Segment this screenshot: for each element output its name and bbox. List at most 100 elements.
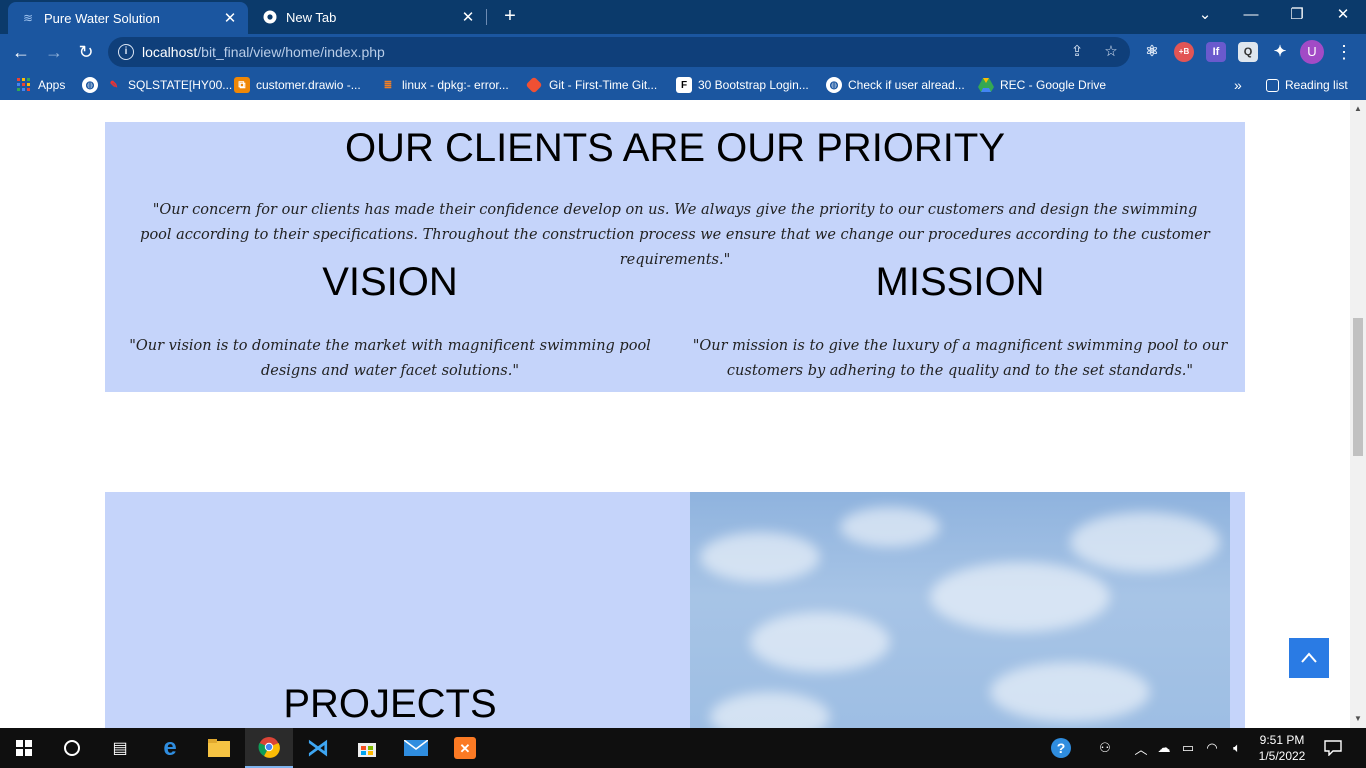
chrome-taskbar-icon[interactable] [245,728,293,768]
svg-text:?: ? [1057,740,1066,756]
vision-text: "Our vision is to dominate the market wi… [129,338,651,379]
bookmark-google-drive[interactable]: REC - Google Drive [978,76,1106,94]
projects-section: PROJECTS [105,492,1245,728]
svg-text:✕: ✕ [460,741,471,756]
bookmark-star-icon[interactable]: ☆ [1102,43,1120,61]
q-extension-icon[interactable]: Q [1238,42,1258,62]
page-scrollbar[interactable]: ▲ ▼ [1350,100,1366,728]
show-hidden-icons-chevron-icon[interactable]: ︿ [1132,728,1150,768]
scroll-up-arrow-icon[interactable]: ▲ [1354,104,1362,113]
windows-start-icon[interactable] [0,728,48,768]
extensions-puzzle-icon[interactable]: ✦ [1270,42,1290,62]
if-extension-icon[interactable]: If [1206,42,1226,62]
react-devtools-extension-icon[interactable]: ⚛ [1142,42,1162,62]
bookmark-label: SQLSTATE[HY00... [128,78,233,92]
minimize-button[interactable]: — [1228,0,1274,32]
apps-grid-icon [16,77,32,93]
close-window-button[interactable]: ✕ [1320,0,1366,32]
bookmark-globe[interactable]: ◍ [82,76,104,94]
notifications-icon[interactable] [1320,728,1346,768]
bookmark-label: Apps [38,78,66,92]
onedrive-cloud-icon[interactable]: ☁ [1154,728,1174,768]
tab-new-tab[interactable]: New Tab ✕ [250,0,486,34]
chrome-favicon-icon [262,9,278,25]
drawio-icon: ⧉ [234,77,250,93]
browser-menu-kebab-icon[interactable]: ⋮ [1332,40,1356,64]
tab-pure-water-solution[interactable]: ≋ Pure Water Solution ✕ [8,2,248,34]
address-url[interactable]: localhost/bit_final/view/home/index.php [142,44,385,60]
projects-heading: PROJECTS [283,682,497,726]
vision-heading: VISION [322,260,458,304]
extension-badge-icon[interactable]: +B [1174,42,1194,62]
f-icon: F [676,77,692,93]
reading-list-label: Reading list [1285,78,1348,92]
file-explorer-icon[interactable] [195,728,243,768]
globe-icon: ◍ [826,77,842,93]
bookmark-label: REC - Google Drive [1000,78,1107,92]
xampp-icon[interactable]: ✕ [441,728,489,768]
page-viewport: OUR CLIENTS ARE OUR PRIORITY "Our concer… [0,100,1350,728]
tab-divider [486,9,487,25]
bookmarks-bar: Apps ◍ ✎ SQLSTATE[HY00... ⧉ customer.dra… [0,70,1366,100]
vision-column: VISION "Our vision is to dominate the ma… [105,260,675,384]
browser-tab-strip: ≋ Pure Water Solution ✕ New Tab ✕ + ⌄ — … [0,0,1366,34]
globe-icon: ◍ [82,77,98,93]
volume-speaker-icon[interactable]: 🔈︎ [1226,728,1248,768]
stackoverflow-icon: ≣ [383,79,393,91]
address-bar[interactable]: i localhost/bit_final/view/home/index.ph… [108,37,1130,67]
about-section: OUR CLIENTS ARE OUR PRIORITY "Our concer… [105,122,1245,392]
bookmark-label: linux - dpkg:- error... [402,78,509,92]
edge-browser-icon[interactable]: e [146,728,194,768]
bookmarks-overflow-chevron-icon[interactable]: » [1234,76,1242,94]
priority-heading: OUR CLIENTS ARE OUR PRIORITY [344,126,1006,170]
restore-button[interactable]: ❐ [1274,0,1320,32]
system-clock[interactable]: 9:51 PM 1/5/2022 [1252,732,1312,764]
scrollbar-thumb[interactable] [1353,318,1363,456]
forward-button[interactable]: → [42,40,66,64]
mission-text: "Our mission is to give the luxury of a … [692,338,1228,379]
reload-button[interactable]: ↻ [74,40,98,64]
microsoft-store-icon[interactable] [343,728,391,768]
projects-sky-image [690,492,1230,728]
chevron-up-icon [1301,652,1317,663]
profile-avatar[interactable]: U [1300,40,1324,64]
clock-date: 1/5/2022 [1258,749,1306,763]
browser-toolbar: ← → ↻ i localhost/bit_final/view/home/in… [0,34,1366,70]
help-question-icon[interactable]: ? [1046,728,1076,768]
bookmark-apps[interactable]: Apps [16,76,65,94]
reading-list-button[interactable]: Reading list [1266,76,1348,94]
people-icon[interactable]: ⚇ [1094,728,1116,768]
share-icon[interactable]: ⇪ [1068,43,1086,61]
mail-icon[interactable] [392,728,440,768]
mission-column: MISSION "Our mission is to give the luxu… [675,260,1245,384]
search-circle-icon[interactable] [48,728,96,768]
bookmark-label: Check if user alread... [848,78,965,92]
bookmark-check-user[interactable]: ◍ Check if user alread... [826,76,965,94]
site-favicon-icon: ≋ [22,11,34,25]
bookmark-stackoverflow[interactable]: ≣ linux - dpkg:- error... [380,76,509,94]
task-view-icon[interactable]: ▤ [96,728,144,768]
scroll-to-top-button[interactable] [1289,638,1329,678]
bookmark-sqlstate[interactable]: ✎ SQLSTATE[HY00... [106,76,232,94]
tab-close-icon[interactable]: ✕ [458,8,478,26]
git-icon [525,76,543,94]
tab-close-icon[interactable]: ✕ [220,9,240,27]
tab-title: New Tab [286,9,337,25]
site-info-icon[interactable]: i [118,44,134,60]
windows-taskbar: ▤ e ⋊ ✕ ? ⚇ ︿ ☁ ▭ ◠ 🔈︎ 9:51 PM 1/5/2022 [0,728,1366,768]
bookmark-git[interactable]: Git - First-Time Git... [525,76,657,94]
google-drive-icon [978,77,994,93]
back-button[interactable]: ← [9,40,33,64]
battery-icon[interactable]: ▭ [1178,728,1198,768]
new-tab-button[interactable]: + [498,4,522,28]
scroll-down-arrow-icon[interactable]: ▼ [1354,714,1362,723]
bookmark-bootstrap-login[interactable]: F 30 Bootstrap Login... [676,76,809,94]
vscode-icon[interactable]: ⋊ [294,728,342,768]
tab-search-chevron-down-icon[interactable]: ⌄ [1182,0,1228,32]
pencil-icon: ✎ [109,79,119,91]
tab-title: Pure Water Solution [44,10,160,26]
wifi-icon[interactable]: ◠ [1202,728,1222,768]
bookmark-label: 30 Bootstrap Login... [698,78,809,92]
mission-heading: MISSION [875,260,1045,304]
bookmark-drawio[interactable]: ⧉ customer.drawio -... [234,76,361,94]
